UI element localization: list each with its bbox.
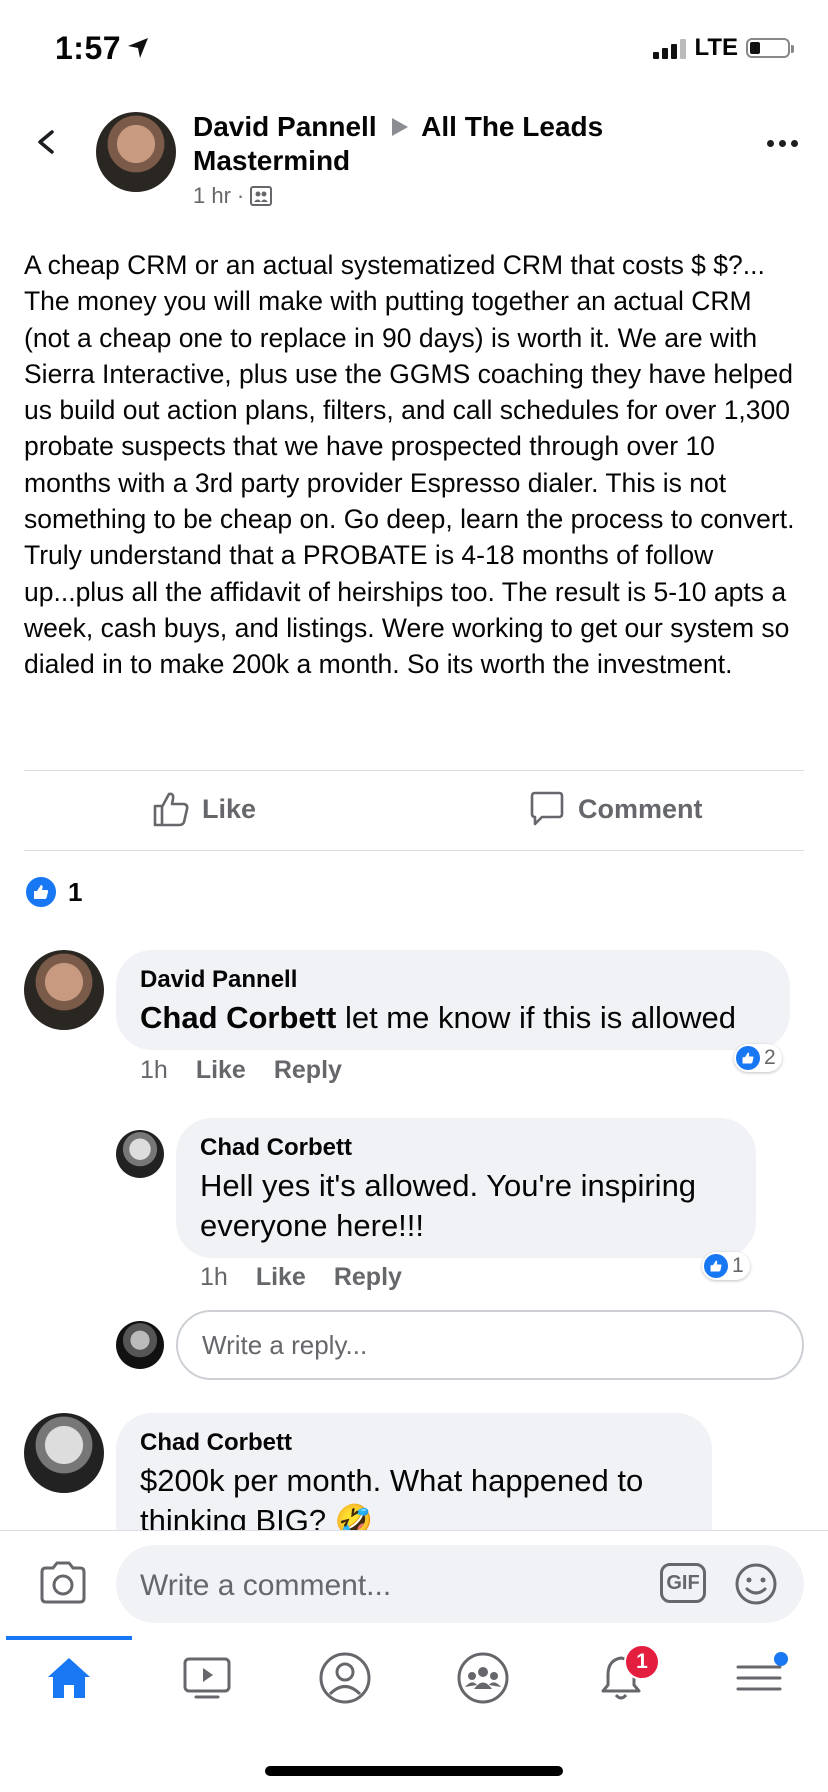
comment-body: let me know if this is allowed [336,1000,737,1035]
comment-text: $200k per month. What happened to thinki… [140,1463,644,1538]
reply-input[interactable]: Write a reply... [176,1310,804,1380]
comment-author[interactable]: Chad Corbett [140,1429,688,1457]
comment-like-button[interactable]: Like [196,1056,246,1085]
tab-profile[interactable] [305,1650,385,1706]
commenter-avatar[interactable] [24,950,104,1030]
comment-mention[interactable]: Chad Corbett [140,1000,336,1035]
home-indicator[interactable] [265,1766,563,1776]
like-button[interactable]: Like [152,790,256,828]
status-indicators: LTE [653,34,794,62]
comment-meta: 1h Like Reply [140,1056,342,1085]
emoji-icon[interactable] [734,1562,778,1606]
comment-bubble: David Pannell Chad Corbett let me know i… [116,950,790,1050]
group-icon [250,186,273,206]
reply-avatar[interactable] [116,1130,164,1178]
profile-icon [319,1652,371,1704]
comment-button[interactable]: Comment [528,790,703,828]
gif-icon[interactable]: GIF [660,1563,706,1603]
divider [24,770,804,771]
active-tab-indicator [6,1636,132,1640]
comment-text: Chad Corbett let me know if this is allo… [140,998,766,1038]
reply-time: 1h [200,1263,228,1291]
groups-icon [457,1652,509,1704]
post-meta: 1 hr · [193,183,273,209]
tab-groups[interactable] [443,1650,523,1706]
commenter-avatar[interactable] [24,1413,104,1493]
reply-reply-button[interactable]: Reply [334,1263,402,1292]
comment-reply-button[interactable]: Reply [274,1056,342,1085]
like-icon [153,792,189,827]
author-avatar[interactable] [96,112,176,192]
triangle-right-icon [392,118,409,136]
divider [24,850,804,851]
reply-meta: 1h Like Reply [200,1263,402,1292]
author-name[interactable]: David Pannell [193,111,377,142]
home-icon [48,1658,90,1698]
comment-author[interactable]: David Pannell [140,966,766,994]
battery-icon [746,38,794,58]
comment-reaction-count: 2 [764,1046,776,1069]
meta-separator: · [236,183,245,208]
network-label: LTE [694,34,738,61]
comment-label: Comment [578,793,703,824]
like-reaction-icon [24,875,58,909]
reply-like-button[interactable]: Like [256,1263,306,1292]
reply-bubble: Chad Corbett Hell yes it's allowed. You'… [176,1118,756,1258]
location-arrow-icon [128,38,148,58]
camera-icon[interactable] [38,1560,88,1606]
menu-dot-indicator [774,1652,788,1666]
reaction-count: 1 [68,876,83,907]
comment-reactions[interactable]: 2 [734,1044,782,1072]
reactions-summary[interactable]: 1 [24,875,82,909]
notification-badge: 1 [624,1644,660,1680]
reply-reaction-count: 1 [732,1254,744,1277]
post-text: A cheap CRM or an actual systematized CR… [24,250,795,680]
comment-icon [530,791,564,826]
like-reaction-icon [704,1254,728,1278]
like-label: Like [202,793,257,824]
current-user-avatar [116,1321,164,1369]
post-time: 1 hr [193,183,231,208]
post-header-title[interactable]: David Pannell All The Leads Mastermind [193,110,653,178]
watch-icon [183,1657,231,1699]
back-arrow-icon[interactable] [34,130,58,154]
tab-watch[interactable] [167,1650,247,1706]
reply-text: Hell yes it's allowed. You're inspiring … [200,1168,697,1243]
signal-icon [653,37,687,59]
tab-home[interactable] [29,1650,109,1706]
comment-placeholder: Write a comment... [140,1569,392,1602]
reply-author[interactable]: Chad Corbett [200,1134,732,1162]
like-reaction-icon [736,1046,760,1070]
comment-time: 1h [140,1056,168,1084]
reply-reactions[interactable]: 1 [702,1252,750,1280]
more-icon[interactable] [767,140,798,147]
status-time: 1:57 [55,30,122,66]
